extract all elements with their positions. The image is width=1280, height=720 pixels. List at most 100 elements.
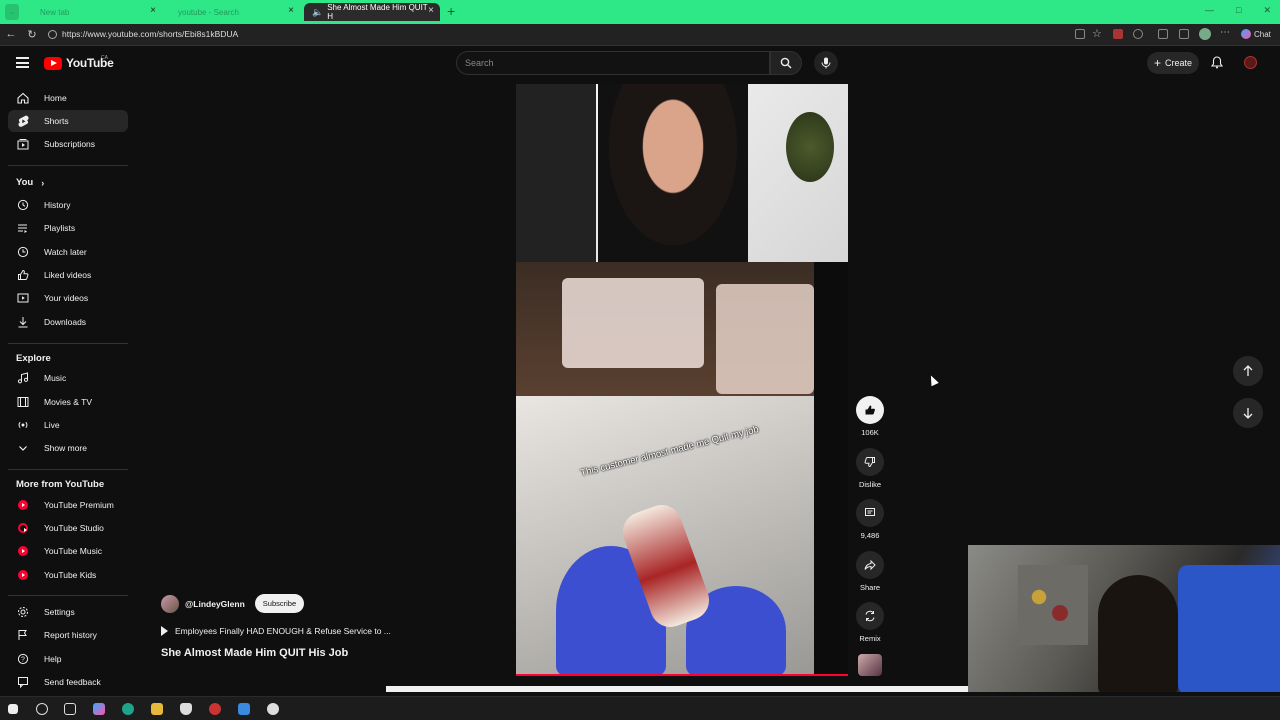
sidebar-item-home[interactable]: Home bbox=[8, 87, 128, 109]
browser-menu-icon[interactable]: ⌄ bbox=[5, 4, 19, 20]
container-shape bbox=[562, 278, 704, 368]
dislike-button[interactable]: Dislike bbox=[855, 448, 885, 489]
sidebar-item-send-feedback[interactable]: Send feedback bbox=[8, 671, 128, 693]
sidebar-item-youtube-kids[interactable]: YouTube Kids bbox=[8, 564, 128, 586]
you-section-header[interactable]: You › bbox=[16, 177, 44, 188]
sidebar-item-label: Report history bbox=[44, 630, 97, 640]
sidebar-item-movies-tv[interactable]: Movies & TV bbox=[8, 391, 128, 413]
previous-short-button[interactable] bbox=[1233, 356, 1263, 386]
url-field[interactable]: https://www.youtube.com/shorts/Ebi8s1kBD… bbox=[62, 29, 238, 39]
search-input[interactable]: Search bbox=[456, 51, 770, 75]
close-icon[interactable]: × bbox=[288, 5, 294, 16]
search-icon[interactable] bbox=[36, 703, 48, 715]
search-icon bbox=[780, 57, 792, 69]
video-title[interactable]: She Almost Made Him QUIT His Job bbox=[161, 647, 348, 659]
subscribe-button[interactable]: Subscribe bbox=[254, 594, 305, 613]
sidebar-item-watch-later[interactable]: Watch later bbox=[8, 241, 128, 263]
sidebar-item-label: Live bbox=[44, 420, 60, 430]
profile-avatar[interactable] bbox=[1199, 28, 1211, 40]
woman-figure bbox=[598, 84, 748, 262]
sidebar-item-shorts[interactable]: Shorts bbox=[8, 110, 128, 132]
tab-youtube-search[interactable]: youtube - Search × bbox=[164, 3, 300, 21]
collections-icon[interactable] bbox=[1179, 29, 1189, 39]
more-menu-icon[interactable]: ⋯ bbox=[1220, 27, 1230, 38]
maximize-button[interactable]: □ bbox=[1236, 5, 1241, 16]
sidebar-item-help[interactable]: ? Help bbox=[8, 648, 128, 670]
windows-taskbar bbox=[0, 696, 1280, 720]
sidebar-item-show-more[interactable]: Show more bbox=[8, 437, 128, 459]
youtube-premium-icon bbox=[16, 498, 30, 512]
copilot-chat-button[interactable]: Chat bbox=[1241, 29, 1271, 39]
explore-section-header: Explore bbox=[16, 353, 51, 364]
close-window-button[interactable]: ✕ bbox=[1263, 5, 1271, 16]
sidebar-item-subscriptions[interactable]: Subscriptions bbox=[8, 133, 128, 155]
video-frame-top bbox=[516, 84, 848, 262]
voice-search-button[interactable] bbox=[814, 51, 838, 75]
minimize-button[interactable]: — bbox=[1205, 5, 1214, 16]
channel-avatar[interactable] bbox=[161, 594, 179, 613]
sidebar-item-liked-videos[interactable]: Liked videos bbox=[8, 264, 128, 286]
create-button[interactable]: + Create bbox=[1147, 52, 1199, 74]
video-description[interactable]: Employees Finally HAD ENOUGH & Refuse Se… bbox=[161, 626, 391, 636]
sidebar-item-downloads[interactable]: Downloads bbox=[8, 311, 128, 333]
sidebar-divider bbox=[8, 469, 128, 470]
remix-button[interactable]: Remix bbox=[855, 602, 885, 643]
close-icon[interactable]: × bbox=[150, 5, 156, 16]
short-video-player[interactable]: This customer almost made me Quit my job bbox=[516, 84, 848, 676]
next-short-button[interactable] bbox=[1233, 398, 1263, 428]
read-aloud-icon[interactable] bbox=[1075, 29, 1085, 39]
feedback-icon bbox=[16, 675, 30, 689]
file-explorer-icon[interactable] bbox=[151, 703, 163, 715]
sidebar-item-playlists[interactable]: Playlists bbox=[8, 217, 128, 239]
sidebar-item-youtube-premium[interactable]: YouTube Premium bbox=[8, 494, 128, 516]
sidebar-item-youtube-music[interactable]: YouTube Music bbox=[8, 540, 128, 562]
thumbs-down-icon bbox=[856, 448, 884, 476]
favorite-star-icon[interactable]: ☆ bbox=[1092, 27, 1102, 40]
sidebar-item-youtube-studio[interactable]: YouTube Studio bbox=[8, 517, 128, 539]
remix-icon bbox=[856, 602, 884, 630]
app-icon[interactable] bbox=[238, 703, 250, 715]
video-progress-bar[interactable] bbox=[516, 674, 848, 676]
task-view-icon[interactable] bbox=[64, 703, 76, 715]
channel-handle[interactable]: @LindeyGlenn bbox=[185, 599, 245, 609]
tab-current-video[interactable]: 🔈 She Almost Made Him QUIT H × bbox=[304, 3, 440, 21]
account-avatar[interactable] bbox=[1244, 56, 1257, 69]
tab-new-tab[interactable]: New tab × bbox=[26, 3, 162, 21]
speaker-icon[interactable]: 🔈 bbox=[312, 7, 323, 18]
back-icon[interactable]: ← bbox=[4, 28, 18, 40]
reload-icon[interactable]: ↻ bbox=[25, 28, 39, 41]
sidebar-item-label: YouTube Music bbox=[44, 546, 102, 556]
site-info-icon[interactable] bbox=[48, 30, 57, 39]
sidebar-item-music[interactable]: Music bbox=[8, 367, 128, 389]
comments-button[interactable]: 9,486 bbox=[855, 499, 885, 540]
extension-icon[interactable] bbox=[1133, 29, 1143, 39]
share-button[interactable]: Share bbox=[855, 551, 885, 592]
svg-text:?: ? bbox=[21, 656, 25, 663]
app-icon[interactable] bbox=[267, 703, 279, 715]
shield-icon[interactable] bbox=[180, 703, 192, 715]
extension-icon[interactable] bbox=[1113, 29, 1123, 39]
close-icon[interactable]: × bbox=[428, 5, 434, 16]
edge-browser-icon[interactable] bbox=[122, 703, 134, 715]
home-icon bbox=[16, 91, 30, 105]
copilot-icon bbox=[1241, 29, 1251, 39]
more-from-youtube-header: More from YouTube bbox=[16, 479, 105, 490]
bell-icon[interactable] bbox=[1211, 56, 1223, 69]
extension-icon[interactable] bbox=[1158, 29, 1168, 39]
sidebar-item-settings[interactable]: Settings bbox=[8, 601, 128, 623]
sidebar-item-label: Music bbox=[44, 373, 67, 383]
copilot-icon[interactable] bbox=[93, 703, 105, 715]
search-button[interactable] bbox=[770, 51, 802, 75]
start-icon[interactable] bbox=[8, 704, 18, 714]
sidebar-item-history[interactable]: History bbox=[8, 194, 128, 216]
comment-count: 9,486 bbox=[860, 531, 880, 540]
new-tab-button[interactable]: + bbox=[447, 3, 455, 19]
sidebar-item-report-history[interactable]: Report history bbox=[8, 624, 128, 646]
hamburger-menu-icon[interactable] bbox=[16, 57, 29, 68]
sidebar-item-your-videos[interactable]: Your videos bbox=[8, 287, 128, 309]
sidebar-item-label: Liked videos bbox=[44, 270, 92, 280]
sound-thumbnail[interactable] bbox=[858, 654, 882, 676]
like-button[interactable]: 106K bbox=[855, 396, 885, 437]
sidebar-item-live[interactable]: Live bbox=[8, 414, 128, 436]
app-icon[interactable] bbox=[209, 703, 221, 715]
